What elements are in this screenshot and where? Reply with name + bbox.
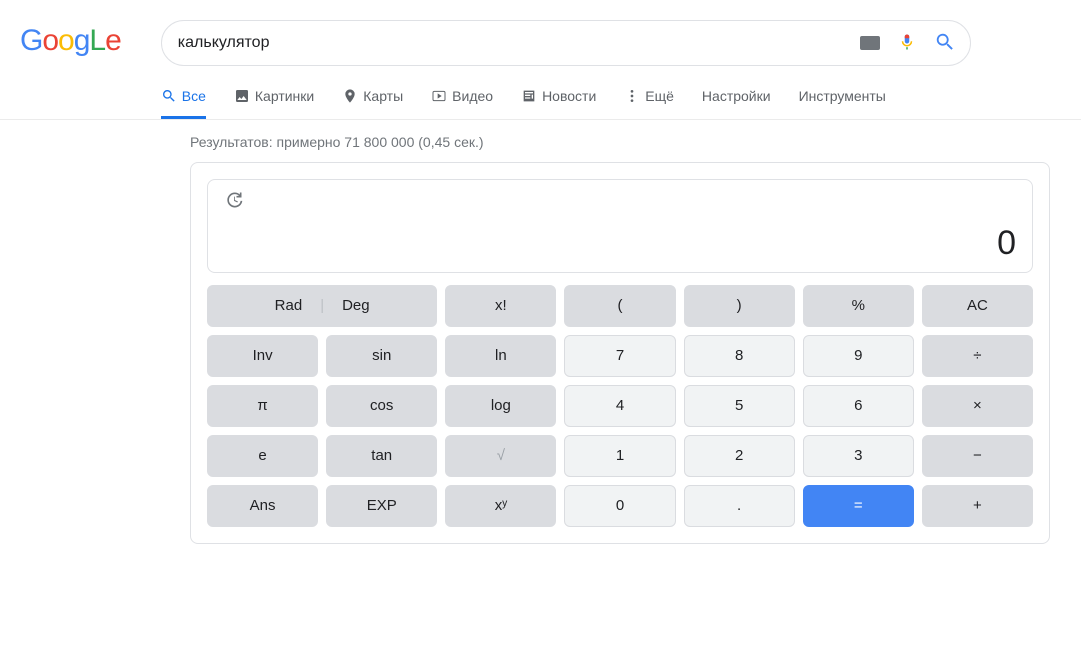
sqrt-button[interactable]: √	[445, 435, 556, 477]
tab-videos[interactable]: Видео	[431, 88, 493, 119]
digit-0-button[interactable]: 0	[564, 485, 675, 527]
digit-4-button[interactable]: 4	[564, 385, 675, 427]
inverse-button[interactable]: Inv	[207, 335, 318, 377]
percent-button[interactable]: %	[803, 285, 914, 327]
e-button[interactable]: e	[207, 435, 318, 477]
rad-deg-toggle[interactable]: Rad | Deg	[207, 285, 437, 327]
clear-button[interactable]: AC	[922, 285, 1033, 327]
play-icon	[431, 88, 447, 104]
tab-more[interactable]: Ещё	[624, 88, 674, 119]
tab-maps[interactable]: Карты	[342, 88, 403, 119]
search-bar	[161, 20, 971, 66]
minus-button[interactable]: −	[922, 435, 1033, 477]
news-icon	[521, 88, 537, 104]
tab-label: Ещё	[645, 88, 674, 104]
calculator-keypad: Rad | Deg x! ( ) % AC Inv sin ln 7 8 9 ÷…	[207, 285, 1033, 527]
map-pin-icon	[342, 88, 358, 104]
result-stats: Результатов: примерно 71 800 000 (0,45 с…	[190, 134, 1061, 150]
ln-button[interactable]: ln	[445, 335, 556, 377]
digit-9-button[interactable]: 9	[803, 335, 914, 377]
multiply-button[interactable]: ×	[922, 385, 1033, 427]
digit-2-button[interactable]: 2	[684, 435, 795, 477]
log-button[interactable]: log	[445, 385, 556, 427]
tab-label: Новости	[542, 88, 596, 104]
calculator-display: 0	[207, 179, 1033, 273]
tab-settings[interactable]: Настройки	[702, 88, 771, 119]
search-input[interactable]	[176, 33, 860, 53]
equals-button[interactable]: =	[803, 485, 914, 527]
more-vertical-icon	[624, 88, 640, 104]
power-button[interactable]: xʸ	[445, 485, 556, 527]
pi-button[interactable]: π	[207, 385, 318, 427]
search-small-icon	[161, 88, 177, 104]
cos-button[interactable]: cos	[326, 385, 437, 427]
tab-all[interactable]: Все	[161, 88, 206, 119]
voice-search-icon[interactable]	[898, 31, 916, 56]
deg-label: Deg	[342, 297, 370, 314]
rad-label: Rad	[275, 297, 303, 314]
ans-button[interactable]: Ans	[207, 485, 318, 527]
search-tabs: Все Картинки Карты Видео	[161, 88, 1061, 119]
tab-label: Карты	[363, 88, 403, 104]
image-icon	[234, 88, 250, 104]
tab-label: Все	[182, 88, 206, 104]
separator: |	[320, 297, 324, 314]
left-paren-button[interactable]: (	[564, 285, 675, 327]
digit-1-button[interactable]: 1	[564, 435, 675, 477]
plus-button[interactable]: +	[922, 485, 1033, 527]
tab-label: Инструменты	[799, 88, 886, 104]
divide-button[interactable]: ÷	[922, 335, 1033, 377]
tab-images[interactable]: Картинки	[234, 88, 314, 119]
digit-8-button[interactable]: 8	[684, 335, 795, 377]
sin-button[interactable]: sin	[326, 335, 437, 377]
google-logo[interactable]: GoogLe	[20, 24, 121, 58]
calculator-card: 0 Rad | Deg x! ( ) % AC Inv sin ln 7 8 9…	[190, 162, 1050, 544]
tab-label: Картинки	[255, 88, 314, 104]
tab-label: Видео	[452, 88, 493, 104]
digit-7-button[interactable]: 7	[564, 335, 675, 377]
tab-label: Настройки	[702, 88, 771, 104]
tab-tools[interactable]: Инструменты	[799, 88, 886, 119]
right-paren-button[interactable]: )	[684, 285, 795, 327]
tab-news[interactable]: Новости	[521, 88, 596, 119]
calculator-value: 0	[224, 223, 1016, 264]
digit-5-button[interactable]: 5	[684, 385, 795, 427]
factorial-button[interactable]: x!	[445, 285, 556, 327]
exp-button[interactable]: EXP	[326, 485, 437, 527]
tan-button[interactable]: tan	[326, 435, 437, 477]
digit-6-button[interactable]: 6	[803, 385, 914, 427]
search-icon[interactable]	[934, 31, 956, 56]
history-icon[interactable]	[224, 197, 244, 213]
decimal-button[interactable]: .	[684, 485, 795, 527]
digit-3-button[interactable]: 3	[803, 435, 914, 477]
keyboard-icon[interactable]	[860, 36, 880, 50]
